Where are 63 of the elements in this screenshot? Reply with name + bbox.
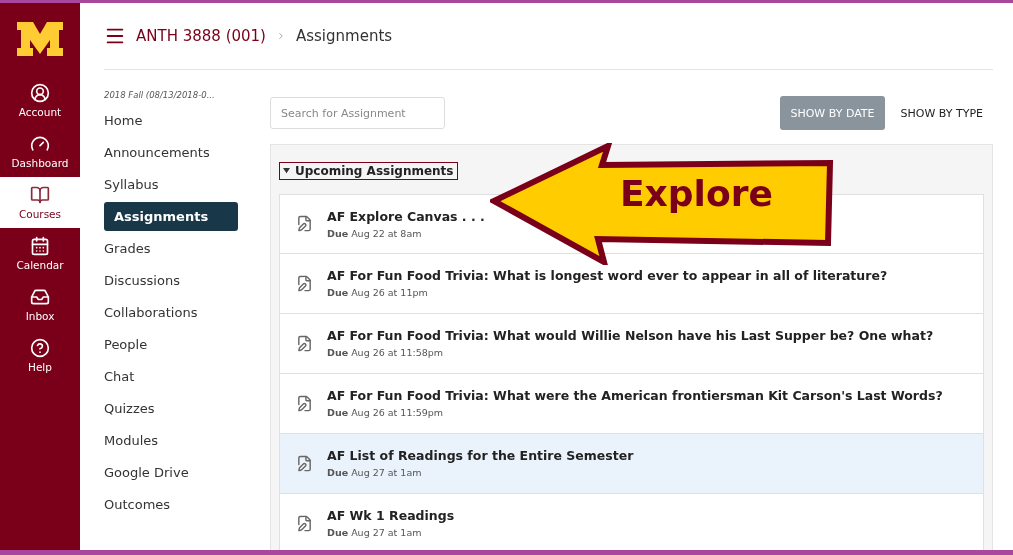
group-toggle[interactable]: Upcoming Assignments (279, 161, 458, 180)
course-nav-link[interactable]: Quizzes (104, 394, 228, 423)
global-nav-item[interactable]: Account (0, 75, 80, 126)
due-date: Due Aug 26 at 11pm (327, 287, 429, 298)
inbox-icon (30, 287, 50, 307)
global-nav-item[interactable]: Courses (0, 177, 80, 228)
assignment-title[interactable]: AF Wk 1 Readings (327, 508, 455, 523)
assignment-icon (296, 454, 313, 472)
global-nav-item[interactable]: Dashboard (0, 126, 80, 177)
due-date: Due Aug 22 at 8am (327, 227, 423, 239)
assignment-icon (296, 334, 313, 352)
assignment-icon (296, 215, 313, 232)
help-icon (30, 338, 50, 358)
global-nav-item[interactable]: Help (0, 330, 80, 381)
assignment-title[interactable]: AF Explore Canvas . . . (327, 208, 485, 224)
nav-label: Courses (18, 208, 62, 220)
callout-label: Explore (620, 173, 773, 214)
course-nav-link[interactable]: Collaborations (104, 298, 228, 327)
due-date: Due Aug 27 at 1am (327, 467, 423, 478)
course-nav-link[interactable]: People (104, 330, 228, 359)
nav-label: Calendar (16, 259, 64, 271)
assignment-icon (296, 394, 313, 412)
due-date: Due Aug 26 at 11:59pm (327, 407, 445, 418)
global-nav-item[interactable]: Calendar (0, 228, 80, 279)
course-nav-link[interactable]: Outcomes (104, 490, 228, 519)
assignment-title[interactable]: AF For Fun Food Trivia: What is longest word ever to appear in all of literature? (327, 268, 888, 283)
book-icon (30, 185, 50, 205)
global-nav-item[interactable]: Inbox (0, 279, 80, 330)
assignment-row[interactable]: AF For Fun Food Trivia: What is longest word ever to appear in all of literature? Due Aug 26 at 11pm (279, 253, 984, 314)
caret-icon (283, 167, 290, 174)
breadcrumb-link[interactable]: Assignments (295, 27, 393, 45)
course-nav-link[interactable]: Grades (104, 234, 228, 263)
assignment-row[interactable]: AF For Fun Food Trivia: What were the American frontiersman Kit Carson's Last Words? Due Aug 26 at 11:59pm (279, 373, 984, 434)
term-label: 2018 Fall (08/13/2018-0... (104, 90, 216, 100)
assignment-row[interactable]: AF For Fun Food Trivia: What would Willie Nelson have his Last Supper be? One what? Due Aug 26 at 11:58pm (279, 313, 984, 374)
nav-label: Inbox (25, 310, 55, 322)
assignment-title[interactable]: AF For Fun Food Trivia: What would Willie Nelson have his Last Supper be? One what? (327, 328, 934, 343)
course-nav-link[interactable]: Google Drive (104, 458, 228, 487)
gauge-icon (30, 134, 50, 154)
course-nav-link[interactable]: Assignments (104, 202, 238, 231)
avatar-icon (30, 83, 50, 103)
assignment-icon (296, 514, 313, 532)
breadcrumb-link[interactable]: ANTH 3888 (001) (136, 27, 266, 45)
course-nav-link[interactable]: Announcements (104, 138, 228, 167)
assignment-icon (296, 274, 313, 292)
course-nav-link[interactable]: Modules (104, 426, 228, 455)
calendar-icon (30, 236, 50, 256)
course-nav-link[interactable]: Syllabus (104, 170, 228, 199)
due-date: Due Aug 27 at 1am (327, 527, 423, 538)
assignment-title[interactable]: AF List of Readings for the Entire Semester (327, 448, 634, 463)
assignment-row[interactable]: AF List of Readings for the Entire Semester Due Aug 27 at 1am (279, 433, 984, 494)
assignment-title[interactable]: AF For Fun Food Trivia: What were the American frontiersman Kit Carson's Last Words? (327, 388, 943, 403)
search-field[interactable]: Search for Assignment (270, 97, 445, 129)
course-nav-link[interactable]: Home (104, 106, 228, 135)
course-nav-link[interactable]: Discussions (104, 266, 228, 295)
assignment-row[interactable]: AF Wk 1 Readings Due Aug 27 at 1am (279, 493, 984, 550)
nav-label: Dashboard (11, 157, 69, 169)
view-toggle-button[interactable]: SHOW BY TYPE (890, 96, 993, 130)
course-nav-link[interactable]: Chat (104, 362, 228, 391)
due-date: Due Aug 26 at 11:58pm (327, 347, 445, 358)
nav-label: Account (18, 106, 62, 118)
nav-label: Help (28, 361, 52, 373)
logo-icon[interactable] (17, 22, 63, 56)
